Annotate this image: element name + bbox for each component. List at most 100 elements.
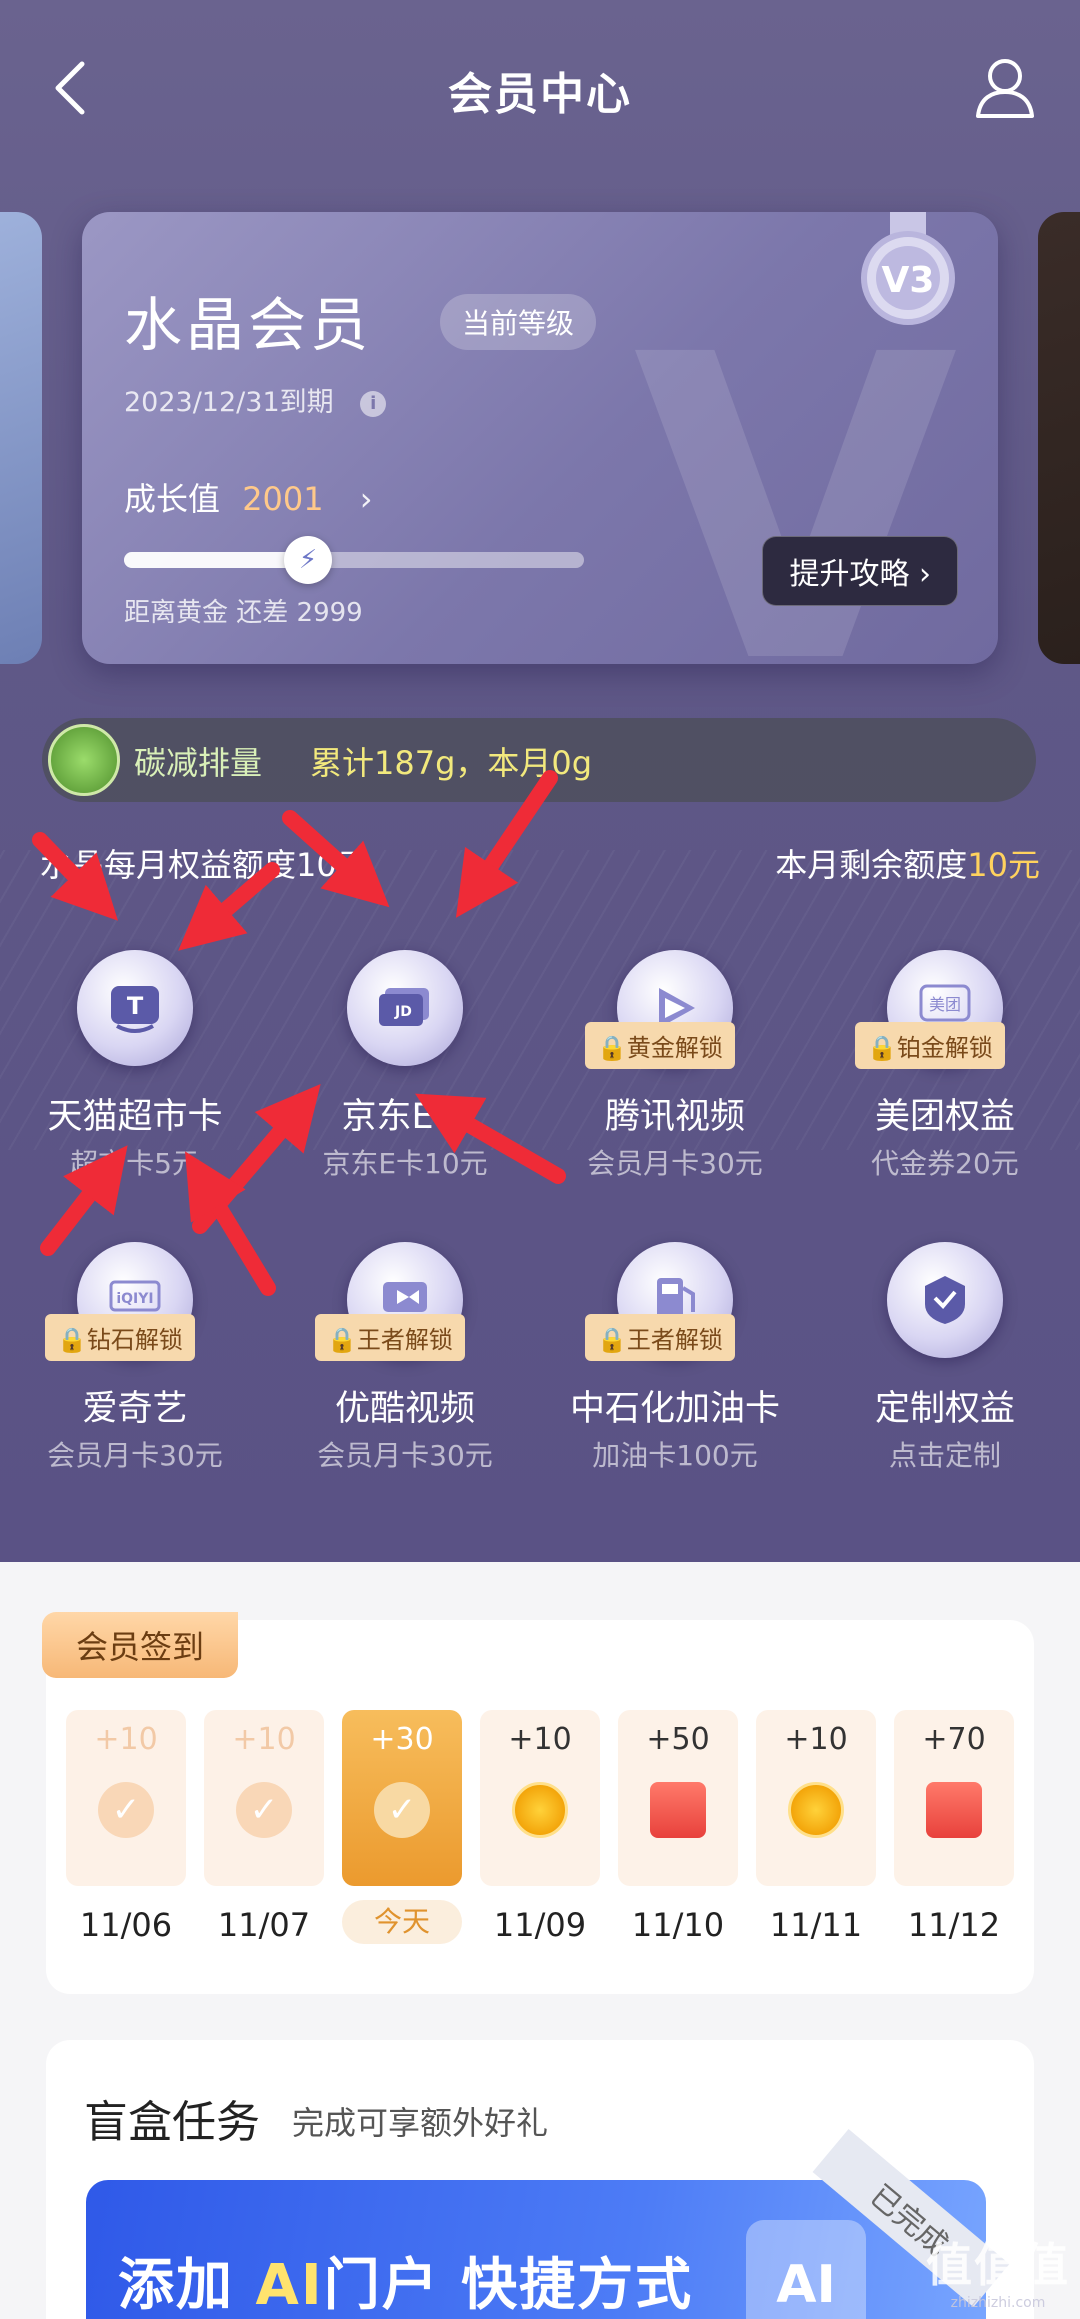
carbon-stat: 累计187g，本月0g (310, 744, 593, 782)
benefit-name: 中石化加油卡 (569, 1389, 780, 1429)
benefit-tencent-video[interactable]: 🔒黄金解锁 腾讯视频 会员月卡30元 (540, 950, 810, 1220)
level-watermark: V (632, 267, 958, 665)
lock-badge: 🔒王者解锁 (585, 1314, 735, 1361)
growth-progress-bar: ⚡ (124, 536, 584, 584)
benefit-name: 美团权益 (874, 1097, 1015, 1137)
benefit-name: 定制权益 (874, 1389, 1015, 1429)
benefit-name: 优酷视频 (334, 1389, 475, 1429)
day-date: 11/07 (217, 1906, 311, 1944)
benefit-desc: 代金券20元 (871, 1147, 1019, 1180)
lock-badge-label: 钻石解锁 (86, 1326, 183, 1354)
jd-card-icon: JD (347, 950, 463, 1066)
carbon-label: 碳减排量 (134, 744, 263, 782)
level-name: 水晶会员 (124, 291, 373, 359)
growth-value: 2001 (242, 480, 324, 518)
gift-icon (650, 1782, 706, 1838)
growth-label: 成长值 (124, 480, 221, 518)
blind-box-tasks: 盲盒任务 完成可享额外好礼 添加 AI门户 快捷方式 AI 已完成 (46, 2040, 1034, 2319)
sign-in-title: 会员签到 (42, 1612, 239, 1678)
page-title: 会员中心 (448, 69, 632, 120)
benefit-custom[interactable]: 定制权益 点击定制 (810, 1242, 1080, 1512)
sign-in-day[interactable]: +70 (894, 1710, 1014, 1886)
remaining-quota-value: 10元 (967, 846, 1040, 884)
banner-ai: AI (255, 2253, 324, 2318)
site-watermark: 值值值 zhizhizhi.com (926, 2229, 1070, 2311)
top-bar: 会员中心 (0, 40, 1080, 140)
remaining-quota: 本月剩余额度10元 (775, 840, 1040, 886)
add-ai-shortcut-banner[interactable]: 添加 AI门户 快捷方式 AI 已完成 (86, 2129, 1010, 2319)
lock-badge: 🔒黄金解锁 (585, 1022, 735, 1069)
day-points: +30 (370, 1722, 434, 1757)
blind-box-title: 盲盒任务 (84, 2097, 260, 2148)
lock-badge-label: 黄金解锁 (626, 1034, 723, 1062)
benefit-desc: 京东E卡10元 (322, 1147, 488, 1180)
watermark-url: zhizhizhi.com (950, 2295, 1046, 2311)
benefit-name: 京东E卡 (341, 1097, 469, 1137)
benefit-name: 爱奇艺 (82, 1389, 188, 1429)
benefit-name: 天猫超市卡 (47, 1097, 223, 1137)
prev-level-card[interactable] (0, 212, 42, 664)
sign-in-day[interactable]: +10 (480, 1710, 600, 1886)
user-profile-icon[interactable] (972, 54, 1038, 120)
day-points: +10 (232, 1722, 296, 1757)
svg-text:T: T (127, 992, 144, 1020)
coin-icon (512, 1782, 568, 1838)
lightning-icon: ⚡ (284, 536, 332, 584)
banner-suffix: 门户 快捷方式 (323, 2253, 694, 2318)
lock-badge: 🔒钻石解锁 (45, 1314, 195, 1361)
day-points: +10 (94, 1722, 158, 1757)
benefit-youku[interactable]: 🔒王者解锁 优酷视频 会员月卡30元 (270, 1242, 540, 1512)
check-icon: ✓ (98, 1782, 154, 1838)
ai-phone-icon: AI (746, 2220, 866, 2319)
day-date: 11/09 (493, 1906, 587, 1944)
gift-icon (926, 1782, 982, 1838)
benefit-meituan[interactable]: 美团 🔒铂金解锁 美团权益 代金券20元 (810, 950, 1080, 1220)
benefit-desc: 会员月卡30元 (47, 1439, 223, 1472)
upgrade-guide-button[interactable]: 提升攻略 › (762, 536, 958, 606)
banner-text: 添加 AI门户 快捷方式 (118, 2240, 693, 2319)
growth-progress-fill (124, 552, 308, 568)
quota-row: 水晶每月权益额度10元 本月剩余额度10元 (40, 840, 1040, 890)
benefit-desc: 超市卡5元 (70, 1147, 200, 1180)
benefit-sinopec[interactable]: 🔒王者解锁 中石化加油卡 加油卡100元 (540, 1242, 810, 1512)
sign-in-day[interactable]: +10 ✓ (66, 1710, 186, 1886)
sign-in-day-today[interactable]: +30 ✓ (342, 1710, 462, 1886)
day-points: +70 (922, 1722, 986, 1757)
medal-text: V3 (882, 260, 935, 301)
growth-row[interactable]: 成长值 2001 › (124, 474, 373, 520)
monthly-quota: 水晶每月权益额度10元 (40, 846, 369, 884)
benefit-iqiyi[interactable]: iQIYI 🔒钻石解锁 爱奇艺 会员月卡30元 (0, 1242, 270, 1512)
day-date: 11/10 (631, 1906, 725, 1944)
carbon-reduction-bar[interactable]: 碳减排量 累计187g，本月0g (42, 718, 1036, 802)
svg-text:美团: 美团 (929, 995, 961, 1014)
benefit-name: 腾讯视频 (604, 1097, 745, 1137)
benefit-jd[interactable]: JD 京东E卡 京东E卡10元 (270, 950, 540, 1220)
tmall-icon: T (77, 950, 193, 1066)
lock-badge: 🔒王者解锁 (315, 1314, 465, 1361)
coin-icon (788, 1782, 844, 1838)
sign-in-day[interactable]: +10 (756, 1710, 876, 1886)
day-date: 11/06 (79, 1906, 173, 1944)
sign-in-card: 会员签到 +10 ✓ 11/06 +10 ✓ 11/07 +30 ✓ 今天 +1… (42, 1612, 1034, 1994)
expire-date: 2023/12/31到期 i (124, 380, 387, 419)
svg-text:JD: JD (394, 1004, 412, 1020)
svg-text:iQIYI: iQIYI (116, 1291, 153, 1307)
current-level-badge: 当前等级 (440, 294, 597, 350)
benefit-desc: 会员月卡30元 (317, 1439, 493, 1472)
info-icon[interactable]: i (360, 390, 387, 417)
custom-badge-icon (887, 1242, 1003, 1358)
day-points: +50 (646, 1722, 710, 1757)
lock-badge-label: 王者解锁 (626, 1326, 723, 1354)
benefit-tmall[interactable]: T 天猫超市卡 超市卡5元 (0, 950, 270, 1220)
benefit-desc: 会员月卡30元 (587, 1147, 763, 1180)
sign-in-day[interactable]: +10 ✓ (204, 1710, 324, 1886)
sign-in-day[interactable]: +50 (618, 1710, 738, 1886)
upgrade-guide-label: 提升攻略 (789, 557, 910, 592)
lock-badge-label: 铂金解锁 (896, 1034, 993, 1062)
check-icon: ✓ (374, 1782, 430, 1838)
expire-text: 2023/12/31到期 (124, 387, 334, 418)
next-level-card[interactable] (1038, 212, 1080, 664)
level-medal-icon: V3 (861, 212, 955, 325)
distance-to-next: 距离黄金 还差 2999 (124, 598, 363, 628)
member-level-card: V 水晶会员 当前等级 2023/12/31到期 i 成长值 2001 › ⚡ … (82, 212, 998, 664)
